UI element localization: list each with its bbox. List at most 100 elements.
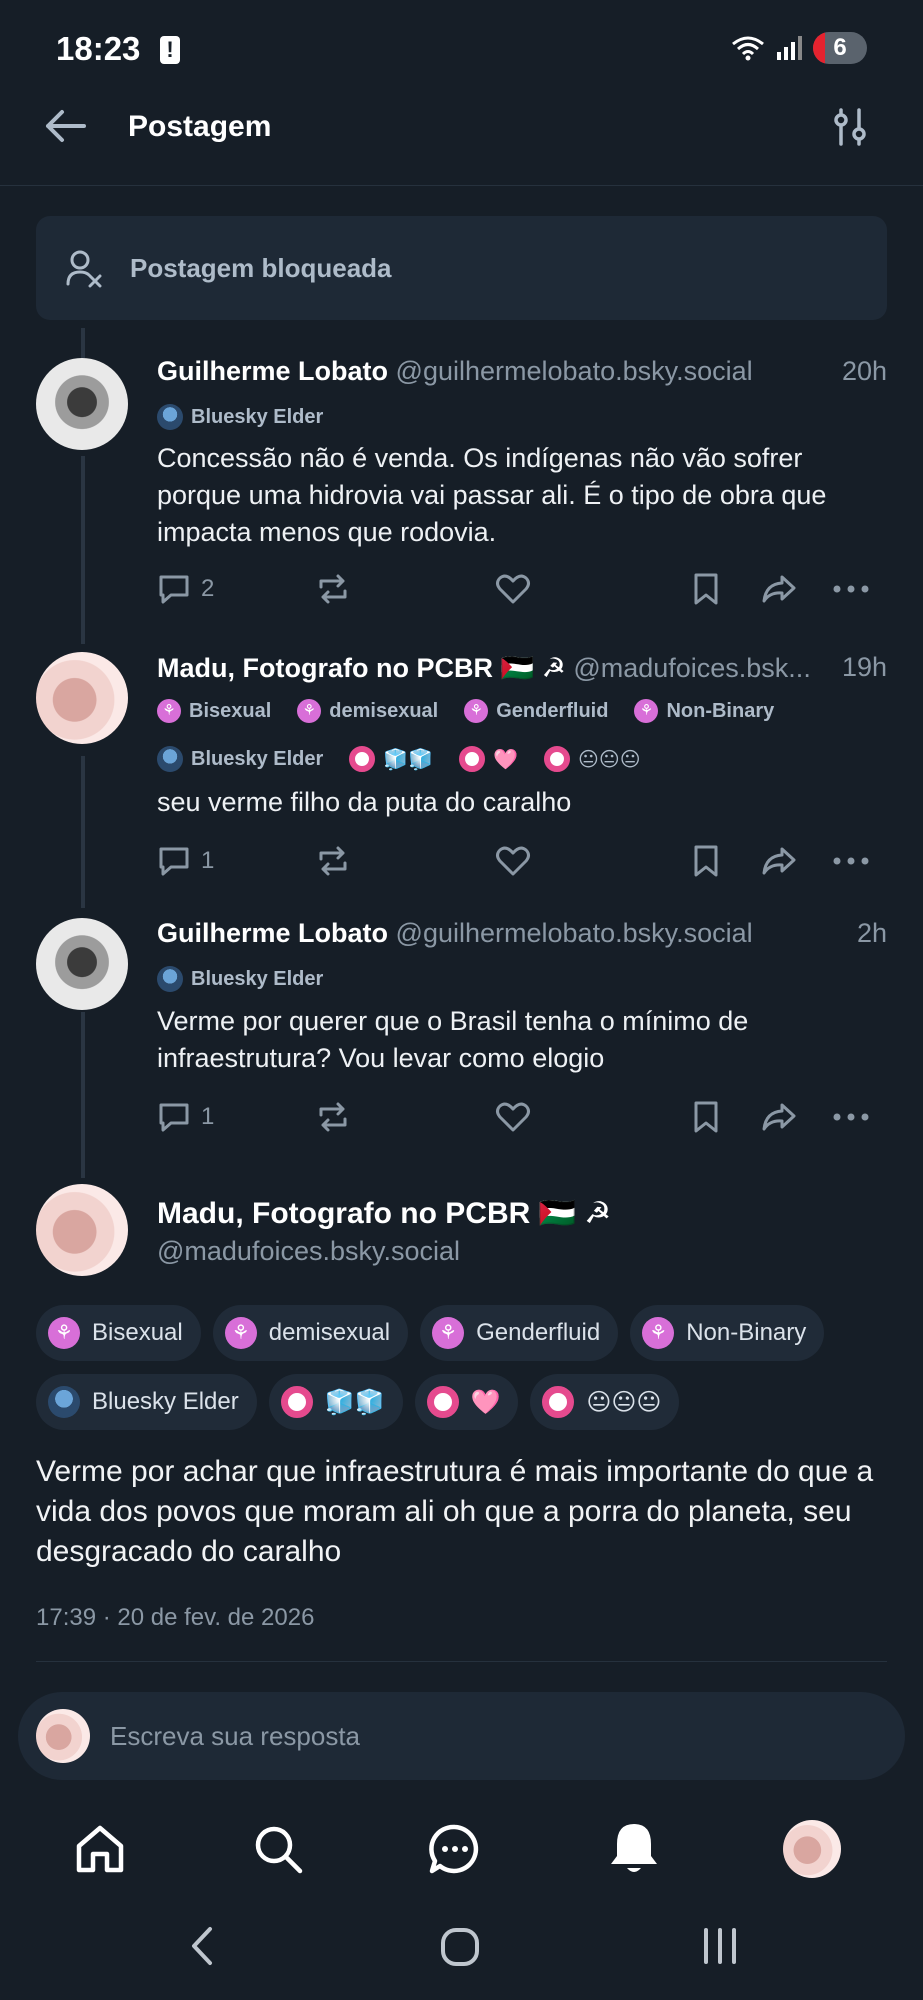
more-dots-icon bbox=[832, 1112, 870, 1122]
post-actions: 2 bbox=[157, 572, 887, 606]
repost-icon bbox=[315, 573, 351, 605]
like-button[interactable] bbox=[495, 573, 692, 605]
elder-badge-icon bbox=[157, 404, 183, 430]
badge-row: Bluesky Elder 🧊🧊 🩷 😐😐😐 bbox=[157, 746, 667, 777]
search-icon[interactable] bbox=[251, 1822, 305, 1876]
like-button[interactable] bbox=[495, 1101, 692, 1133]
heart-icon bbox=[495, 573, 531, 605]
post-header: Guilherme Lobato @guilhermelobato.bsky.s… bbox=[157, 356, 887, 387]
post-actions: 1 bbox=[157, 844, 887, 878]
share-button[interactable] bbox=[760, 573, 832, 605]
share-button[interactable] bbox=[760, 1101, 832, 1133]
home-icon[interactable] bbox=[73, 1822, 127, 1876]
author-name[interactable]: Madu, Fotografo no PCBR 🇵🇸 ☭ bbox=[157, 1196, 611, 1231]
post-time: 20h bbox=[841, 356, 887, 386]
flower-badge-icon bbox=[157, 699, 181, 723]
flower-badge-icon bbox=[634, 699, 659, 723]
chat-icon[interactable] bbox=[428, 1822, 482, 1876]
bookmark-button[interactable] bbox=[692, 1100, 760, 1134]
more-dots-icon bbox=[832, 584, 870, 594]
badge: 🧊🧊 bbox=[349, 746, 433, 772]
reply-button[interactable]: 1 bbox=[157, 1101, 315, 1133]
elder-badge-icon bbox=[48, 1386, 80, 1418]
avatar[interactable] bbox=[36, 1184, 128, 1276]
bookmark-button[interactable] bbox=[692, 572, 760, 606]
blocked-post-card[interactable]: Postagem bloqueada bbox=[36, 216, 887, 320]
more-button[interactable] bbox=[832, 856, 870, 866]
heart-icon bbox=[495, 1101, 531, 1133]
system-home-icon[interactable] bbox=[440, 1927, 480, 1967]
wifi-icon bbox=[731, 34, 765, 62]
elder-badge-icon bbox=[157, 966, 183, 992]
author-name[interactable]: Madu, Fotografo no PCBR 🇵🇸 ☭ bbox=[157, 653, 566, 683]
flower-badge-icon bbox=[224, 1317, 257, 1349]
system-recents-icon[interactable] bbox=[700, 1926, 740, 1966]
ring-badge-icon bbox=[542, 1386, 575, 1418]
signal-icon bbox=[775, 34, 803, 62]
badge: Genderfluid bbox=[464, 699, 608, 723]
badge-row: Bisexual demisexual Genderfluid Non-Binary bbox=[157, 699, 800, 728]
profile-chip[interactable]: 🩷 bbox=[414, 1374, 519, 1430]
thread-line bbox=[81, 456, 85, 644]
profile-chip[interactable]: Bluesky Elder bbox=[36, 1374, 257, 1430]
badge: Bisexual bbox=[157, 699, 271, 723]
badge: Bluesky Elder bbox=[157, 966, 323, 992]
repost-button[interactable] bbox=[315, 845, 495, 877]
flower-badge-icon bbox=[48, 1317, 80, 1349]
main-post-body: Verme por achar que infraestrutura é mai… bbox=[36, 1455, 874, 1568]
author-handle[interactable]: @madufoices.bsk... bbox=[573, 653, 811, 683]
more-button[interactable] bbox=[832, 1112, 870, 1122]
header-divider bbox=[0, 185, 923, 186]
ring-badge-icon bbox=[349, 746, 376, 772]
badge: 😐😐😐 bbox=[544, 746, 641, 772]
ring-badge-icon bbox=[426, 1386, 459, 1418]
reply-button[interactable]: 2 bbox=[157, 573, 315, 605]
reply-count: 1 bbox=[201, 847, 215, 874]
like-button[interactable] bbox=[495, 845, 692, 877]
bookmark-icon bbox=[692, 1100, 720, 1134]
status-icons: 6 bbox=[731, 32, 867, 64]
reply-button[interactable]: 1 bbox=[157, 845, 315, 877]
bookmark-button[interactable] bbox=[692, 844, 760, 878]
elder-badge-icon bbox=[157, 746, 183, 772]
post-date: 17:39 · 20 de fev. de 2026 bbox=[36, 1604, 315, 1631]
status-time: 18:23 bbox=[56, 30, 141, 67]
avatar[interactable] bbox=[36, 918, 128, 1010]
repost-button[interactable] bbox=[315, 1101, 495, 1133]
reply-count: 2 bbox=[201, 575, 215, 602]
post-header: Guilherme Lobato @guilhermelobato.bsky.s… bbox=[157, 918, 887, 949]
profile-chip[interactable]: 😐😐😐 bbox=[530, 1374, 680, 1430]
share-button[interactable] bbox=[760, 845, 832, 877]
notifications-icon[interactable] bbox=[607, 1820, 661, 1876]
author-handle[interactable]: @guilhermelobato.bsky.social bbox=[396, 356, 753, 386]
flower-badge-icon bbox=[432, 1317, 465, 1349]
avatar[interactable] bbox=[36, 358, 128, 450]
chip-row: Bluesky Elder 🧊🧊 🩷 😐😐😐 bbox=[36, 1374, 691, 1430]
avatar[interactable] bbox=[36, 652, 128, 744]
repost-icon bbox=[315, 845, 351, 877]
author-handle[interactable]: @guilhermelobato.bsky.social bbox=[396, 918, 753, 948]
sliders-icon[interactable] bbox=[832, 108, 868, 146]
more-button[interactable] bbox=[832, 584, 870, 594]
badge-row: Bluesky Elder bbox=[157, 404, 349, 435]
reply-input[interactable]: Escreva sua resposta bbox=[18, 1692, 905, 1780]
badge: Non-Binary bbox=[634, 699, 774, 723]
profile-chip[interactable]: Non-Binary bbox=[630, 1305, 825, 1361]
post-body: Concessão não é venda. Os indígenas não … bbox=[157, 443, 827, 547]
ring-badge-icon bbox=[544, 746, 571, 772]
comment-icon bbox=[157, 1101, 191, 1133]
system-back-icon[interactable] bbox=[186, 1925, 216, 1967]
profile-avatar[interactable] bbox=[783, 1820, 841, 1878]
profile-chip[interactable]: Genderfluid bbox=[420, 1305, 619, 1361]
profile-chip[interactable]: demisexual bbox=[212, 1305, 409, 1361]
thread-line bbox=[81, 1012, 85, 1178]
post-time: 19h bbox=[841, 652, 887, 682]
author-handle[interactable]: @madufoices.bsky.social bbox=[157, 1236, 460, 1267]
post-body: Verme por querer que o Brasil tenha o mí… bbox=[157, 1006, 749, 1073]
author-name[interactable]: Guilherme Lobato bbox=[157, 356, 388, 386]
profile-chip[interactable]: Bisexual bbox=[36, 1305, 201, 1361]
author-name[interactable]: Guilherme Lobato bbox=[157, 918, 388, 948]
back-arrow-icon[interactable] bbox=[44, 108, 86, 144]
repost-button[interactable] bbox=[315, 573, 495, 605]
profile-chip[interactable]: 🧊🧊 bbox=[268, 1374, 403, 1430]
